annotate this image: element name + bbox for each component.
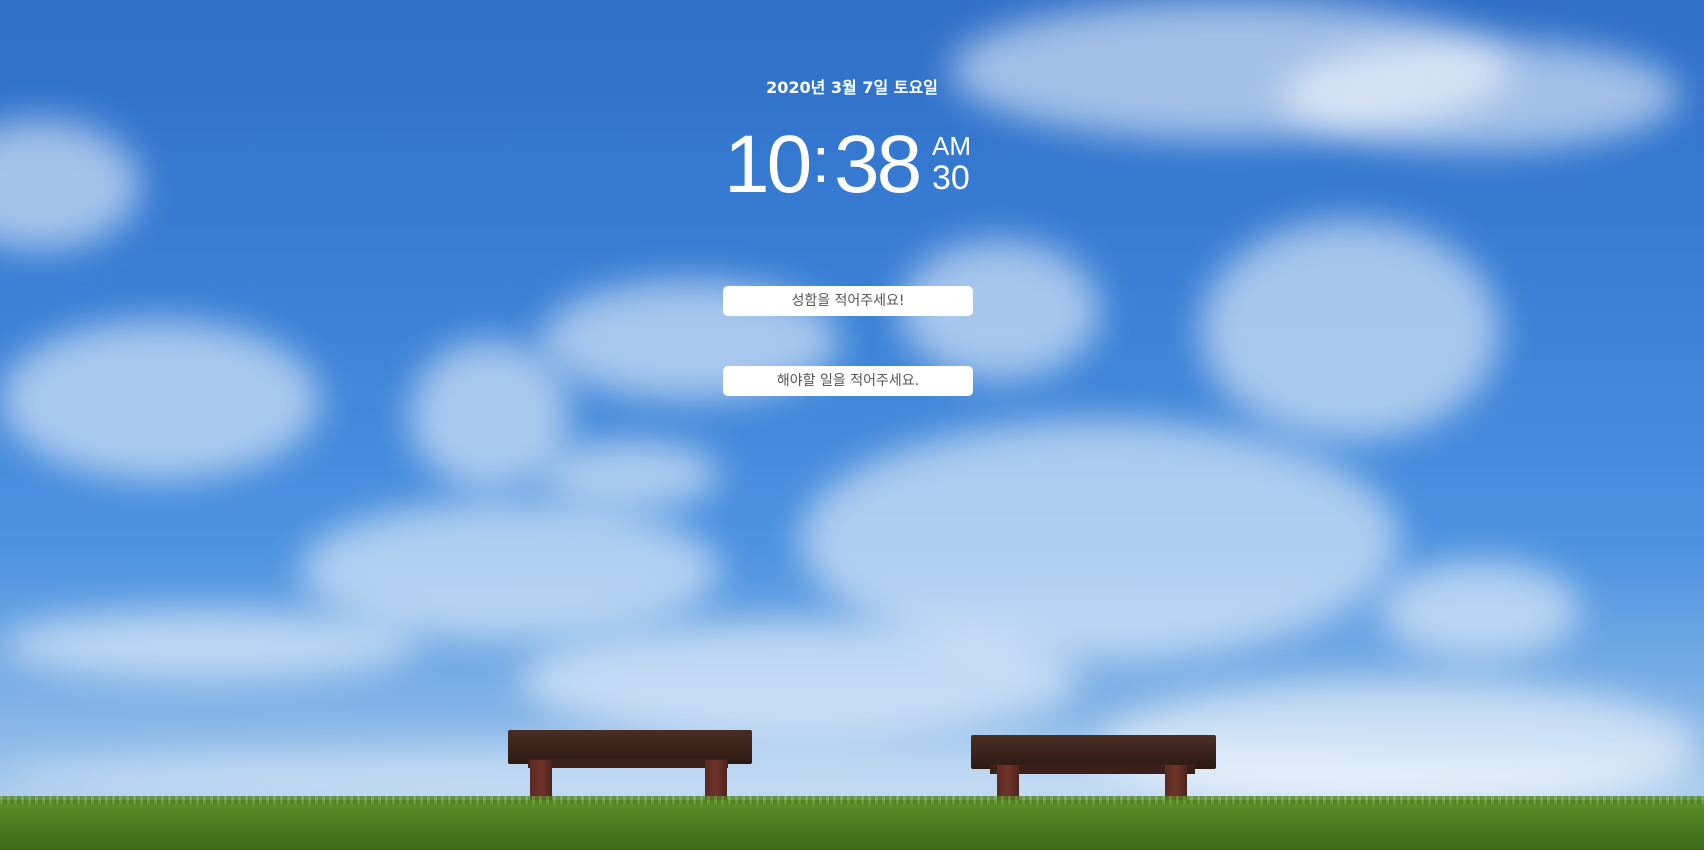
name-input[interactable] [723,286,973,316]
cloud [0,610,420,680]
cloud [1380,560,1580,660]
cloud [0,320,320,480]
todo-input[interactable] [723,366,973,396]
cloud [0,120,140,250]
clock-minutes: 38 [834,119,922,210]
cloud [520,620,1080,740]
grass [0,796,1704,850]
clock-separator: : [812,124,830,196]
date-display: 2020년 3월 7일 토요일 [766,78,938,97]
clock-seconds: 30 [932,159,970,197]
cloud [1200,220,1500,440]
clock-meridiem: AM [932,131,971,161]
cloud [540,440,720,510]
clock-hours: 10 [724,119,812,210]
clock: 10 : 38 AM 30 [724,120,984,210]
cloud [300,500,720,640]
